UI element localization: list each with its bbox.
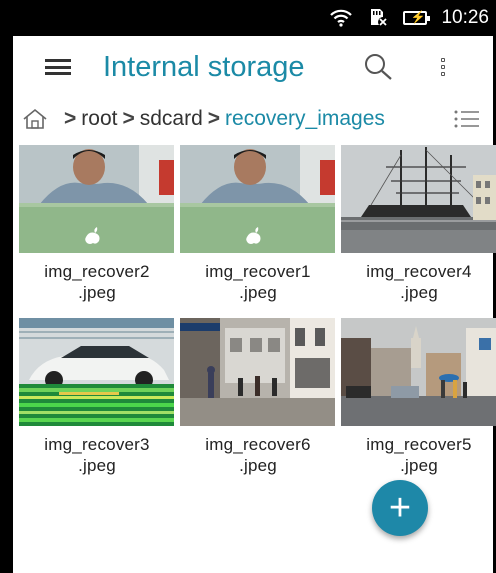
file-name-line1: img_recover6 (205, 435, 311, 454)
image-thumbnail (19, 145, 174, 253)
file-name: img_recover1 .jpeg (173, 261, 343, 303)
search-icon (365, 54, 392, 80)
add-button[interactable]: + (372, 480, 428, 536)
search-button[interactable] (343, 51, 413, 83)
view-toggle-button[interactable] (447, 103, 487, 135)
image-thumbnail (341, 145, 496, 253)
home-icon[interactable] (21, 107, 49, 131)
sd-card-muted-icon (367, 8, 389, 28)
file-tile[interactable]: img_recover2 .jpeg (19, 145, 174, 303)
hamburger-menu-icon (45, 59, 71, 75)
wifi-icon (329, 9, 353, 27)
breadcrumb-separator: > (207, 107, 221, 130)
file-tile[interactable]: img_recover3 .jpeg (19, 318, 174, 476)
image-thumbnail (180, 145, 335, 253)
app-toolbar: Internal storage (13, 36, 493, 98)
file-tile[interactable]: img_recover4 .jpeg (341, 145, 496, 303)
file-name-extension: .jpeg (239, 456, 277, 475)
file-name: img_recover6 .jpeg (173, 434, 343, 476)
file-name-extension: .jpeg (78, 456, 116, 475)
status-time: 10:26 (441, 7, 489, 28)
breadcrumb-separator: > (64, 107, 77, 130)
file-name-line1: img_recover1 (205, 262, 311, 281)
file-name-line1: img_recover3 (44, 435, 150, 454)
more-vert-icon (441, 58, 445, 76)
toolbar-title: Internal storage (103, 50, 305, 83)
breadcrumb-root[interactable]: root (81, 107, 117, 131)
file-name-extension: .jpeg (78, 283, 116, 302)
menu-button[interactable] (13, 36, 103, 98)
image-thumbnail (341, 318, 496, 426)
image-thumbnail (19, 318, 174, 426)
file-manager-app: ⚡ 10:26 Internal storage > root > sdcard… (13, 0, 496, 573)
file-name-line1: img_recover4 (366, 262, 472, 281)
file-name-line1: img_recover5 (366, 435, 472, 454)
file-name-line1: img_recover2 (44, 262, 150, 281)
file-tile[interactable]: img_recover5 .jpeg (341, 318, 496, 476)
file-name-extension: .jpeg (239, 283, 277, 302)
more-options-button[interactable] (413, 58, 473, 76)
file-tile[interactable]: img_recover1 .jpeg (180, 145, 335, 303)
battery-charging-icon: ⚡ (403, 10, 431, 25)
breadcrumb: > root > sdcard > recovery_images (13, 98, 493, 140)
breadcrumb-recovery-images[interactable]: recovery_images (225, 107, 385, 131)
file-name: img_recover2 .jpeg (12, 261, 182, 303)
breadcrumb-separator: > (122, 107, 135, 130)
status-bar: ⚡ 10:26 (13, 0, 493, 36)
file-name: img_recover3 .jpeg (12, 434, 182, 476)
image-thumbnail (180, 318, 335, 426)
file-tile[interactable]: img_recover6 .jpeg (180, 318, 335, 476)
file-name-extension: .jpeg (400, 456, 438, 475)
file-name-extension: .jpeg (400, 283, 438, 302)
add-icon: + (388, 486, 412, 529)
file-name: img_recover5 .jpeg (334, 434, 496, 476)
list-view-icon (454, 110, 479, 128)
breadcrumb-sdcard[interactable]: sdcard (140, 107, 203, 131)
file-name: img_recover4 .jpeg (334, 261, 496, 303)
